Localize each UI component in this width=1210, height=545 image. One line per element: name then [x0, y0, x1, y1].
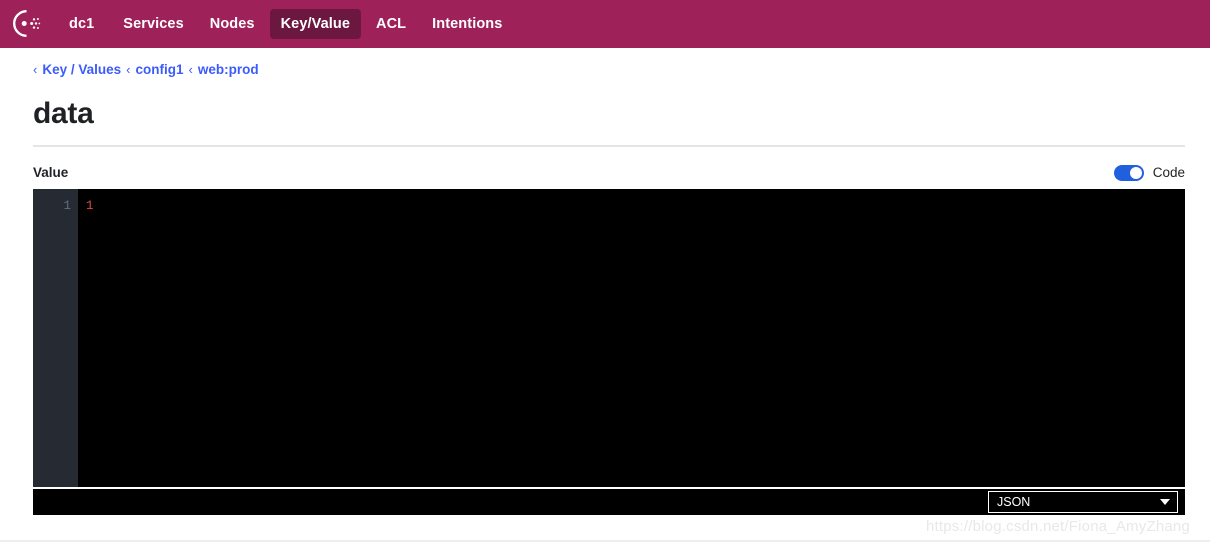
- top-navbar: dc1 Services Nodes Key/Value ACL Intenti…: [0, 0, 1210, 48]
- nav-datacenter-selector[interactable]: dc1: [58, 9, 108, 39]
- page-body: ‹ Key / Values ‹ config1 ‹ web:prod data…: [0, 63, 1210, 515]
- breadcrumb-link-config1[interactable]: config1: [136, 63, 184, 77]
- breadcrumb-link-web-prod[interactable]: web:prod: [198, 63, 259, 77]
- breadcrumb-link-key-values[interactable]: Key / Values: [42, 63, 121, 77]
- toggle-knob: [1129, 166, 1142, 179]
- nav-item-intentions[interactable]: Intentions: [421, 9, 513, 39]
- value-section-header: Value Code: [33, 164, 1185, 181]
- title-divider: [33, 144, 1185, 147]
- language-select-value: JSON: [997, 494, 1031, 509]
- code-editor[interactable]: 1 1: [33, 188, 1185, 487]
- code-toggle-label: Code: [1152, 165, 1185, 180]
- editor-footer-bar: JSON: [33, 486, 1185, 515]
- editor-line-number: 1: [63, 198, 71, 213]
- nav-item-nodes[interactable]: Nodes: [199, 9, 266, 39]
- bottom-divider: [0, 540, 1210, 542]
- editor-content-area[interactable]: 1: [78, 188, 1185, 487]
- nav-item-key-value[interactable]: Key/Value: [269, 9, 362, 39]
- chevron-down-icon: [1160, 498, 1170, 505]
- breadcrumb-separator-3: ‹: [188, 62, 193, 78]
- watermark-text: https://blog.csdn.net/Fiona_AmyZhang: [925, 518, 1190, 535]
- editor-gutter: 1: [33, 188, 78, 487]
- language-select[interactable]: JSON: [988, 490, 1178, 513]
- page-title: data: [33, 96, 94, 130]
- breadcrumb-separator-1: ‹: [33, 62, 38, 78]
- editor-code-token-number: 1: [86, 198, 94, 213]
- code-toggle-group: Code: [1113, 164, 1185, 181]
- breadcrumb-separator-2: ‹: [126, 62, 131, 78]
- nav-item-acl[interactable]: ACL: [365, 9, 417, 39]
- breadcrumb: ‹ Key / Values ‹ config1 ‹ web:prod: [33, 63, 1185, 77]
- code-mode-toggle[interactable]: [1113, 164, 1144, 181]
- nav-items: dc1 Services Nodes Key/Value ACL Intenti…: [58, 9, 513, 39]
- value-field-label: Value: [33, 165, 69, 180]
- consul-logo-icon[interactable]: [10, 7, 44, 41]
- nav-item-services[interactable]: Services: [112, 9, 194, 39]
